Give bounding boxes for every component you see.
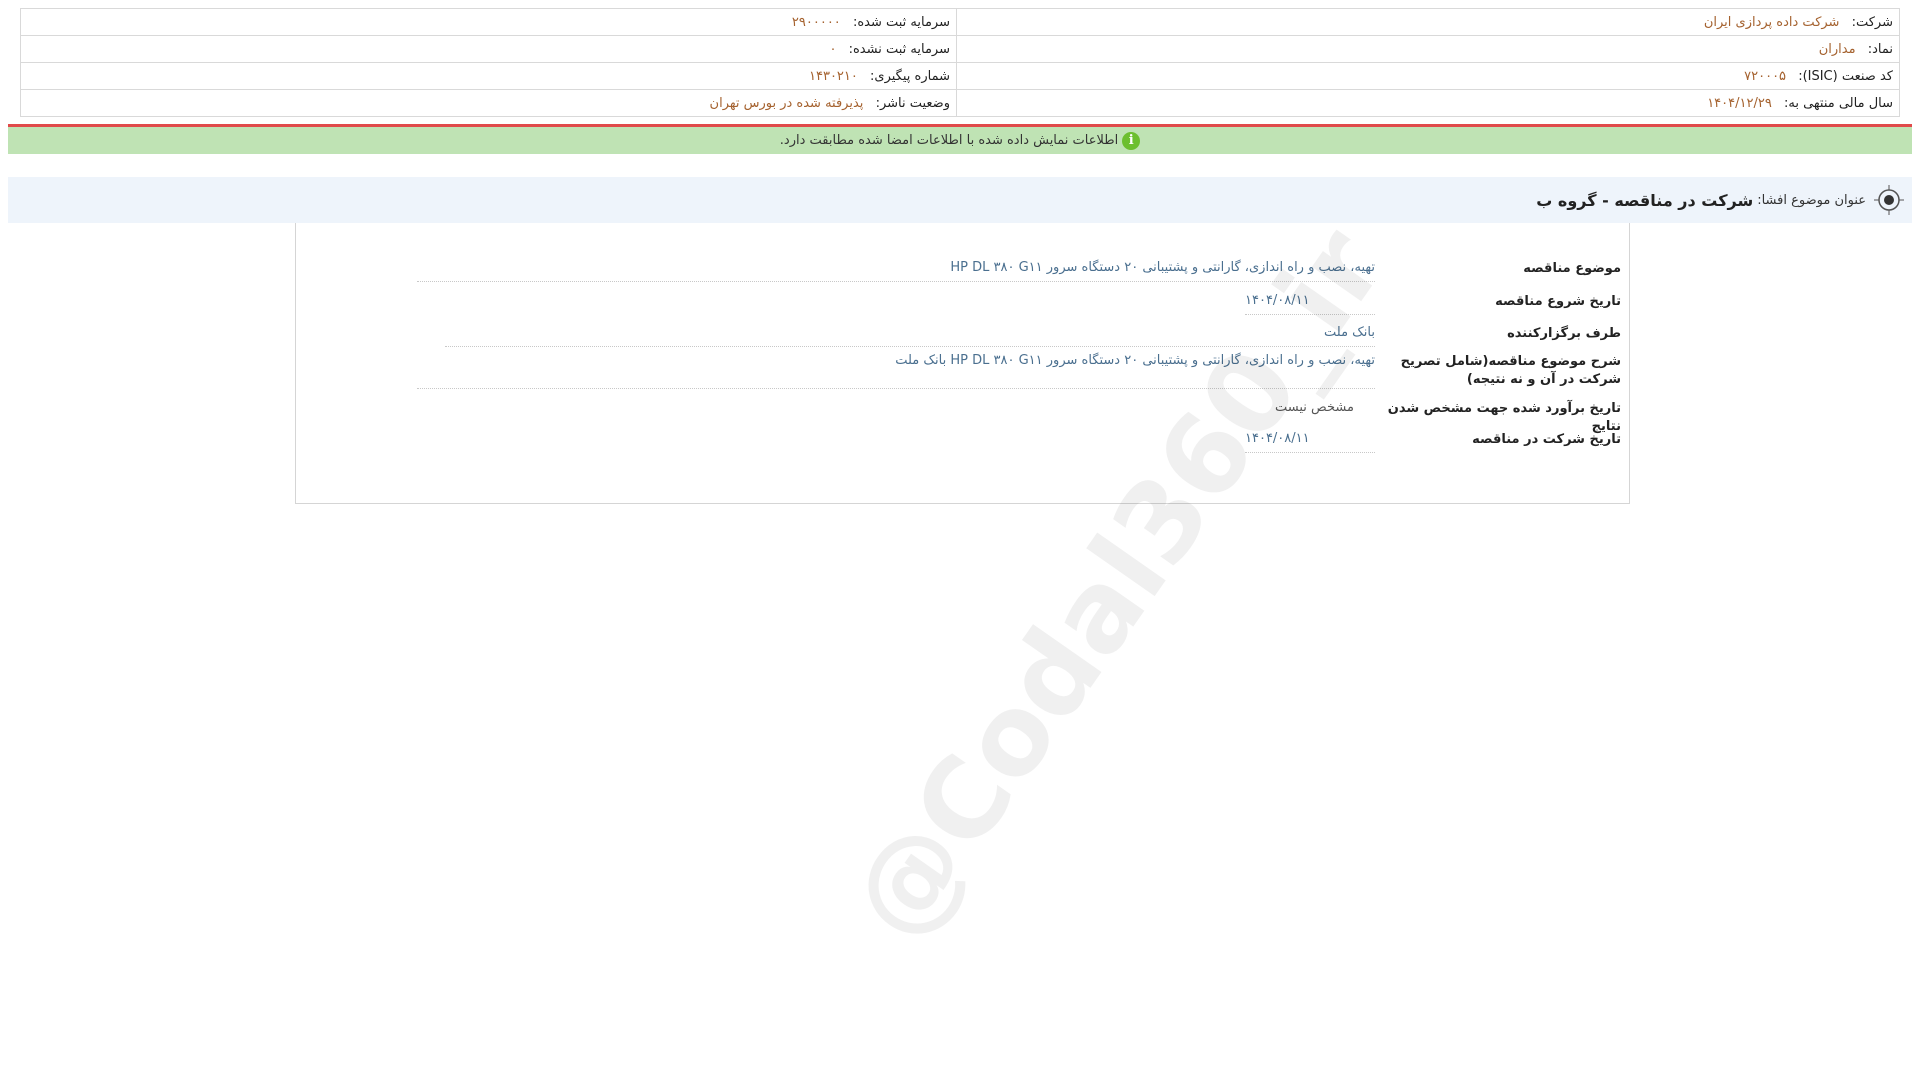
detail-row-description: شرح موضوع مناقصه(شامل تصریح شرکت در آن و… — [417, 353, 1621, 389]
fiscal-year-label: سال مالی منتهی به: — [1783, 95, 1893, 111]
disclosure-title-bar: عنوان موضوع افشا: شرکت در مناقصه - گروه … — [8, 177, 1912, 223]
registered-capital-label: سرمایه ثبت شده: — [852, 14, 950, 30]
company-label: شرکت: — [1851, 14, 1893, 30]
tender-details-box: موضوع مناقصه تهیه، نصب و راه اندازی، گار… — [295, 223, 1630, 504]
tracking-cell: شماره پیگیری: ۱۴۳۰۲۱۰ — [20, 62, 957, 90]
detail-value: تهیه، نصب و راه اندازی، گارانتی و پشتیبا… — [417, 260, 1375, 282]
symbol-label: نماد: — [1867, 41, 1893, 57]
disclosure-title-label: عنوان موضوع افشا: — [1757, 192, 1866, 208]
company-value: شرکت داده پردازی ایران — [1703, 14, 1840, 30]
disclosure-page: شرکت: شرکت داده پردازی ایران سرمایه ثبت … — [0, 0, 1920, 1080]
detail-row-subject: موضوع مناقصه تهیه، نصب و راه اندازی، گار… — [417, 260, 1621, 282]
detail-value: تهیه، نصب و راه اندازی، گارانتی و پشتیبا… — [417, 353, 1375, 389]
detail-label: تاریخ شروع مناقصه — [1495, 294, 1621, 309]
symbol-value: مداران — [1818, 41, 1856, 57]
detail-label: شرح موضوع مناقصه(شامل تصریح شرکت در آن و… — [1400, 354, 1621, 387]
info-row: سال مالی منتهی به: ۱۴۰۴/۱۲/۲۹ وضعیت ناشر… — [20, 89, 1900, 117]
registered-capital-cell: سرمایه ثبت شده: ۲۹۰۰۰۰۰ — [20, 8, 957, 36]
company-cell: شرکت: شرکت داده پردازی ایران — [956, 8, 1900, 36]
detail-label: تاریخ شرکت در مناقصه — [1472, 432, 1621, 447]
detail-row-participation-date: تاریخ شرکت در مناقصه ۱۴۰۴/۰۸/۱۱ — [1245, 431, 1621, 453]
tracking-value: ۱۴۳۰۲۱۰ — [809, 68, 858, 84]
target-icon — [1874, 185, 1904, 215]
fiscal-year-value: ۱۴۰۴/۱۲/۲۹ — [1707, 95, 1772, 111]
info-row: نماد: مداران سرمایه ثبت نشده: ۰ — [20, 35, 1900, 63]
detail-label: طرف برگزارکننده — [1507, 326, 1621, 341]
disclosure-title-value: شرکت در مناقصه - گروه ب — [1536, 190, 1754, 210]
publisher-status-label: وضعیت ناشر: — [875, 95, 950, 111]
detail-row-start-date: تاریخ شروع مناقصه ۱۴۰۴/۰۸/۱۱ — [1245, 293, 1621, 315]
symbol-cell: نماد: مداران — [956, 35, 1900, 63]
unregistered-capital-value: ۰ — [829, 41, 837, 57]
registered-capital-value: ۲۹۰۰۰۰۰ — [791, 14, 841, 30]
company-info-table: شرکت: شرکت داده پردازی ایران سرمایه ثبت … — [20, 8, 1900, 117]
publisher-status-value: پذیرفته شده در بورس تهران — [709, 95, 864, 111]
detail-row-organizer: طرف برگزارکننده بانک ملت — [445, 325, 1621, 347]
detail-value: ۱۴۰۴/۰۸/۱۱ — [1245, 431, 1375, 453]
info-icon: i — [1122, 131, 1141, 150]
unregistered-capital-cell: سرمایه ثبت نشده: ۰ — [20, 35, 957, 63]
info-row: کد صنعت (ISIC): ۷۲۰۰۰۵ شماره پیگیری: ۱۴۳… — [20, 62, 1900, 90]
isic-label: کد صنعت (ISIC): — [1798, 68, 1893, 84]
publisher-status-cell: وضعیت ناشر: پذیرفته شده در بورس تهران — [20, 89, 957, 117]
info-row: شرکت: شرکت داده پردازی ایران سرمایه ثبت … — [20, 8, 1900, 36]
signature-verification-bar: i اطلاعات نمایش داده شده با اطلاعات امضا… — [8, 124, 1912, 154]
fiscal-year-cell: سال مالی منتهی به: ۱۴۰۴/۱۲/۲۹ — [956, 89, 1900, 117]
detail-label: موضوع مناقصه — [1523, 261, 1621, 276]
isic-cell: کد صنعت (ISIC): ۷۲۰۰۰۵ — [956, 62, 1900, 90]
detail-value: ۱۴۰۴/۰۸/۱۱ — [1245, 293, 1375, 315]
verification-message: اطلاعات نمایش داده شده با اطلاعات امضا ش… — [779, 133, 1119, 148]
detail-value: بانک ملت — [445, 325, 1375, 347]
tracking-label: شماره پیگیری: — [870, 68, 950, 84]
isic-value: ۷۲۰۰۰۵ — [1744, 68, 1787, 84]
unregistered-capital-label: سرمایه ثبت نشده: — [848, 41, 950, 57]
